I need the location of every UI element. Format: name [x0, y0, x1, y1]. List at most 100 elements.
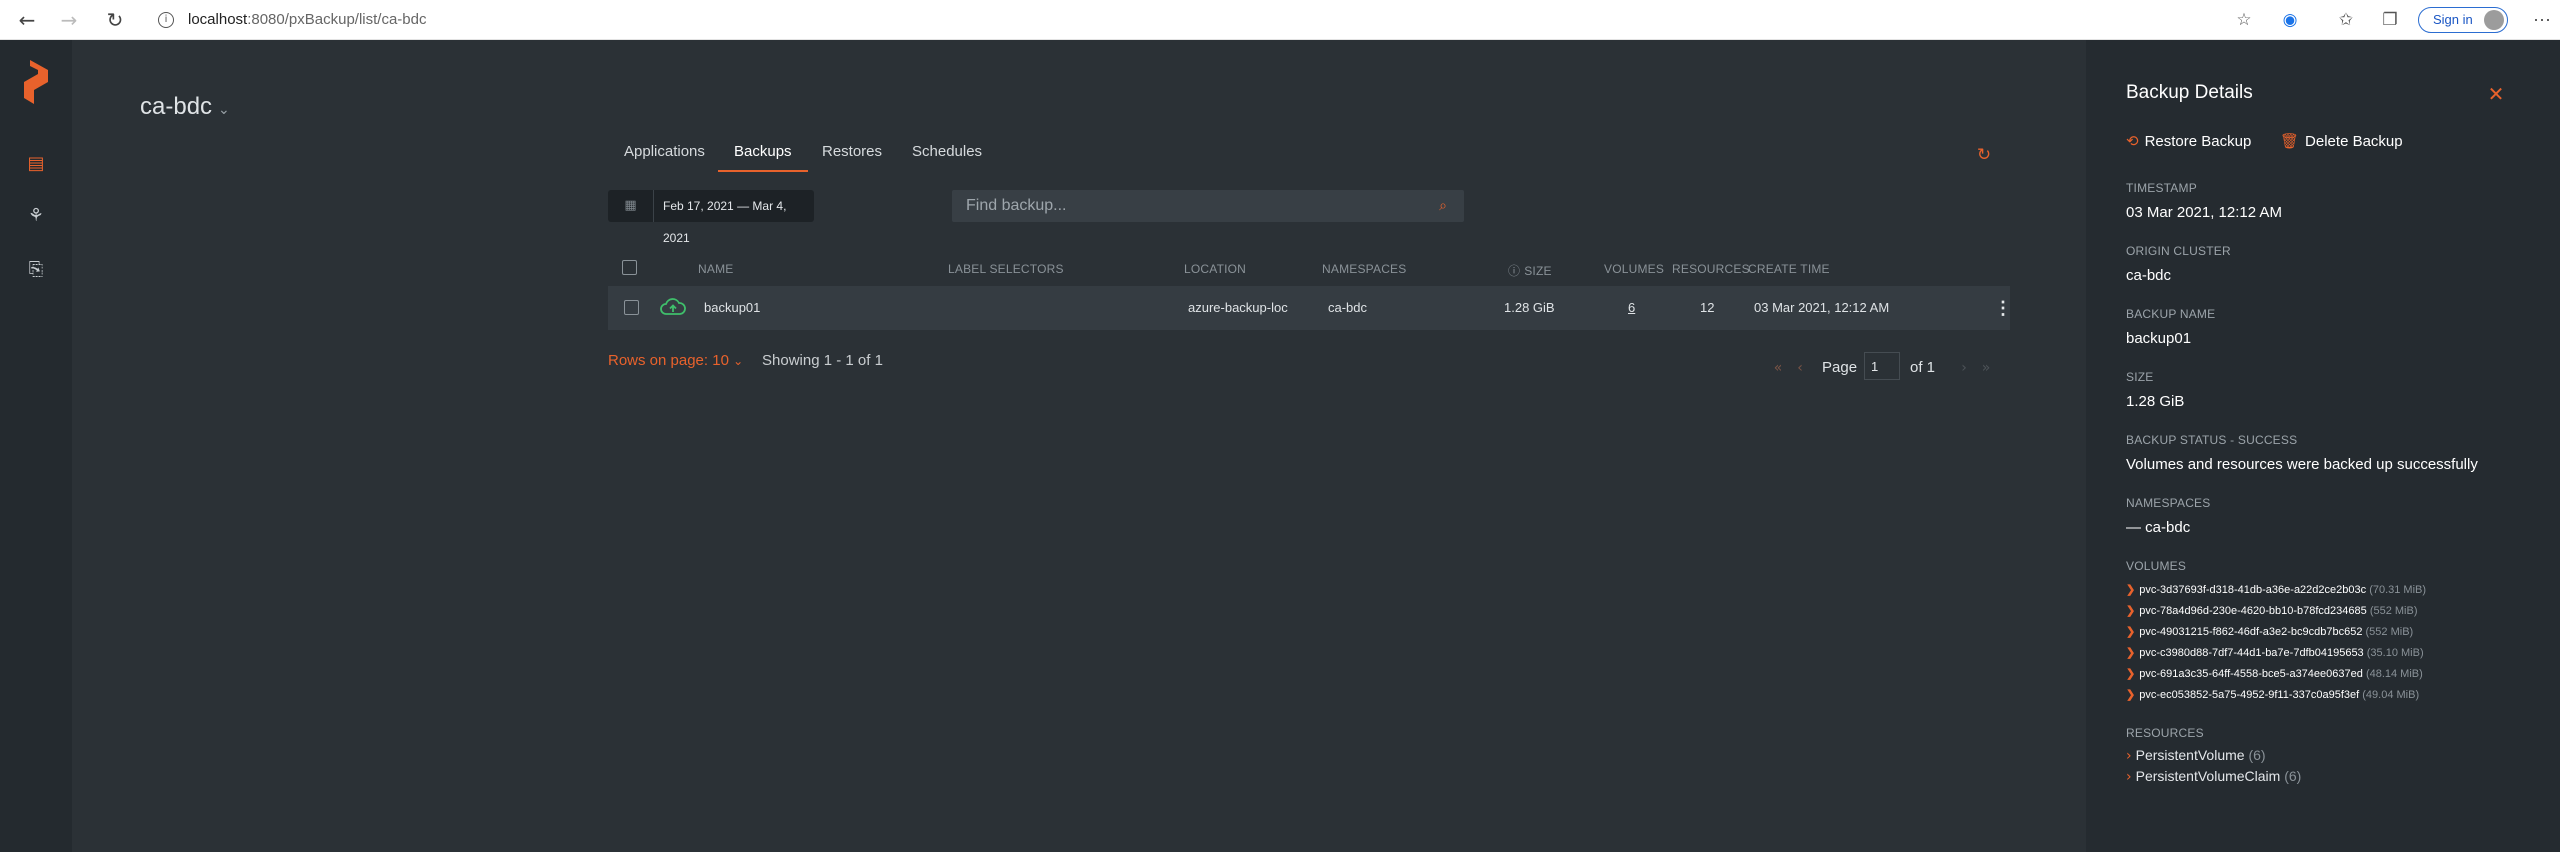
header-location[interactable]: LOCATION	[1184, 262, 1246, 276]
backup-status-value: Volumes and resources were backed up suc…	[2126, 456, 2478, 473]
date-range-filter[interactable]: ▦ Feb 17, 2021 — Mar 4, 2021	[608, 190, 814, 245]
calendar-icon[interactable]: ▦	[608, 190, 654, 222]
backups-table: NAME LABEL SELECTORS LOCATION NAMESPACES…	[608, 252, 2012, 330]
volume-size: (552 MiB)	[2365, 626, 2414, 638]
rows-per-page-select[interactable]: Rows on page: 10 ⌄	[608, 352, 743, 369]
timestamp-label: TIMESTAMP	[2126, 181, 2197, 195]
tab-applications[interactable]: Applications	[624, 140, 705, 172]
more-menu-icon[interactable]: ⋯	[2530, 8, 2554, 32]
resource-name: PersistentVolume	[2135, 747, 2245, 763]
reload-icon[interactable]: ↻	[104, 9, 126, 31]
backup-name-label: BACKUP NAME	[2126, 307, 2216, 321]
size-label: SIZE	[2126, 370, 2154, 384]
volume-item: ❯ pvc-3d37693f-d318-41db-a36e-a22d2ce2b03…	[2126, 583, 2426, 596]
back-arrow-icon[interactable]: ←	[16, 9, 38, 31]
portworx-volume-icon: ❯	[2126, 689, 2136, 701]
info-icon[interactable]: i	[158, 12, 174, 28]
settings-icon[interactable]: ⎘	[24, 258, 48, 282]
cloud-upload-success-icon	[660, 298, 686, 315]
sign-in-label: Sign in	[2433, 12, 2473, 27]
page-label: Page	[1822, 359, 1858, 376]
avatar	[2484, 10, 2504, 30]
backup-details-panel: Backup Details ✕ ⟲ Restore Backup 🗑 Delete…	[2086, 40, 2560, 852]
collections-icon[interactable]: ❐	[2378, 8, 2402, 32]
backup-icon[interactable]: ▤	[24, 152, 48, 176]
next-page-icon[interactable]: ›	[1956, 356, 1972, 380]
page-of-label: of 1	[1910, 359, 1936, 376]
select-all-checkbox[interactable]	[622, 260, 637, 275]
refresh-icon[interactable]: ↻	[1974, 145, 1994, 165]
tab-restores[interactable]: Restores	[822, 140, 882, 172]
restore-backup-button[interactable]: ⟲ Restore Backup	[2126, 130, 2251, 153]
chevron-right-icon: ›	[2126, 748, 2132, 764]
extension-icon[interactable]: ◉	[2278, 8, 2302, 32]
last-page-icon[interactable]: »	[1978, 356, 1994, 380]
backup-status-label: BACKUP STATUS - SUCCESS	[2126, 433, 2298, 447]
portworx-volume-icon: ❯	[2126, 668, 2136, 680]
rows-per-page-label: Rows on page: 10	[608, 352, 729, 369]
tab-backups[interactable]: Backups	[718, 140, 808, 172]
backup-name-value: backup01	[2126, 330, 2192, 347]
portworx-volume-icon: ❯	[2126, 626, 2136, 638]
first-page-icon[interactable]: «	[1770, 356, 1786, 380]
close-icon[interactable]: ✕	[2484, 82, 2508, 106]
header-create-time[interactable]: CREATE TIME	[1748, 262, 1830, 276]
url-host: localhost	[188, 11, 248, 28]
url-text: localhost:8080/pxBackup/list/ca-bdc	[188, 6, 426, 34]
volume-id: pvc-3d37693f-d318-41db-a36e-a22d2ce2b03c	[2139, 584, 2367, 596]
volume-id: pvc-ec053852-5a75-4952-9f11-337c0a95f3ef	[2139, 689, 2360, 701]
search-input[interactable]	[952, 190, 1422, 222]
cell-namespaces: ca-bdc	[1328, 300, 1368, 315]
row-actions-menu-icon[interactable]: ⋮	[1994, 298, 2012, 318]
volume-id: pvc-c3980d88-7df7-44d1-ba7e-7dfb04195653	[2139, 647, 2364, 659]
delete-backup-button[interactable]: 🗑 Delete Backup	[2280, 130, 2403, 153]
date-separator: —	[737, 199, 750, 213]
portworx-volume-icon: ❯	[2126, 584, 2136, 596]
chevron-right-icon: ›	[2126, 769, 2132, 785]
table-row[interactable]: backup01 azure-backup-loc ca-bdc 1.28 Gi…	[608, 286, 2012, 330]
sign-in-button[interactable]: Sign in	[2418, 7, 2508, 33]
timestamp-value: 03 Mar 2021, 12:12 AM	[2126, 204, 2282, 221]
favorites-icon[interactable]: ✩	[2334, 8, 2358, 32]
cell-create-time: 03 Mar 2021, 12:12 AM	[1754, 300, 1890, 315]
row-checkbox[interactable]	[624, 300, 639, 315]
portworx-logo-icon[interactable]	[22, 60, 50, 104]
volume-item: ❯ pvc-49031215-f862-46df-a3e2-bc9cdb7bc65…	[2126, 625, 2413, 638]
forward-arrow-icon[interactable]: →	[58, 9, 80, 31]
resource-count: (6)	[2248, 747, 2266, 763]
info-icon: ⓘ	[1508, 264, 1525, 278]
cluster-name: ca-bdc	[140, 93, 213, 120]
volume-id: pvc-691a3c35-64ff-4558-bce5-a374ee0637ed	[2139, 668, 2363, 680]
address-bar[interactable]: i localhost:8080/pxBackup/list/ca-bdc	[150, 6, 1410, 34]
header-resources: RESOURCES	[1672, 262, 1750, 276]
origin-cluster-value: ca-bdc	[2126, 267, 2172, 284]
favorite-star-icon[interactable]: ☆	[2232, 8, 2256, 32]
volume-item: ❯ pvc-691a3c35-64ff-4558-bce5-a374ee0637e…	[2126, 667, 2423, 680]
prev-page-icon[interactable]: ‹	[1792, 356, 1808, 380]
tab-schedules[interactable]: Schedules	[912, 140, 982, 172]
volume-size: (49.04 MiB)	[2362, 689, 2420, 701]
cell-name[interactable]: backup01	[704, 286, 760, 330]
resource-item[interactable]: › PersistentVolume (6)	[2126, 747, 2266, 764]
volume-size: (70.31 MiB)	[2369, 584, 2427, 596]
search-icon[interactable]: ⌕	[1434, 197, 1452, 215]
cluster-icon[interactable]: ⚘	[24, 204, 48, 228]
cell-location: azure-backup-loc	[1188, 300, 1288, 315]
portworx-volume-icon: ❯	[2126, 647, 2136, 659]
volume-size: (35.10 MiB)	[2366, 647, 2424, 659]
cell-resources: 12	[1700, 300, 1715, 315]
volume-item: ❯ pvc-78a4d96d-230e-4620-bb10-b78fcd23468…	[2126, 604, 2418, 617]
cluster-selector[interactable]: ca-bdc ⌄	[140, 93, 230, 121]
page-number-input[interactable]	[1864, 352, 1900, 380]
resource-item[interactable]: › PersistentVolumeClaim (6)	[2126, 768, 2301, 785]
browser-toolbar: ← → ↻ i localhost:8080/pxBackup/list/ca-…	[0, 0, 2560, 40]
namespace-value: — ca-bdc	[2126, 519, 2191, 536]
trash-icon: 🗑	[2280, 132, 2300, 150]
volume-id: pvc-78a4d96d-230e-4620-bb10-b78fcd234685	[2139, 605, 2367, 617]
header-name[interactable]: NAME	[698, 262, 733, 276]
volumes-label: VOLUMES	[2126, 559, 2187, 573]
url-path: :8080/pxBackup/list/ca-bdc	[247, 11, 427, 28]
cell-volumes[interactable]: 6	[1628, 286, 1635, 330]
portworx-volume-icon: ❯	[2126, 605, 2136, 617]
header-size[interactable]: ⓘ SIZE	[1508, 262, 1552, 279]
